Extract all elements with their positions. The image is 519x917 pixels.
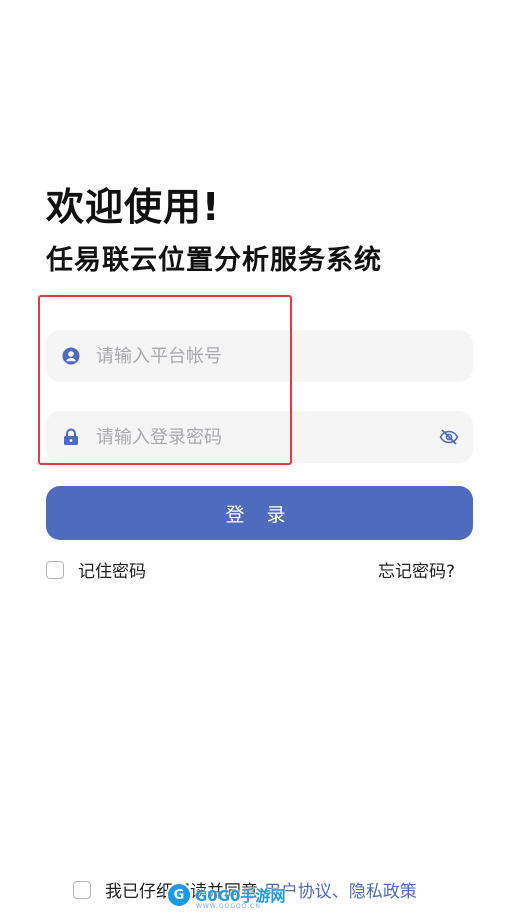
account-field[interactable]: [46, 330, 473, 382]
password-input[interactable]: [94, 425, 418, 449]
agreement-separator: 、: [331, 882, 349, 902]
system-name-title: 任易联云位置分析服务系统: [46, 245, 382, 276]
lock-icon: [62, 428, 80, 446]
remember-label: 记住密码: [78, 562, 146, 582]
password-field[interactable]: [46, 411, 473, 463]
watermark-url: WWW.GOGOO.CN: [196, 903, 261, 910]
watermark-logo-icon: G: [166, 882, 192, 908]
welcome-heading: 欢迎使用!: [46, 185, 221, 229]
login-button[interactable]: 登 录: [46, 486, 473, 540]
watermark: G G0G0手游网 WWW.GOGOO.CN: [166, 882, 286, 910]
user-icon: [62, 347, 80, 365]
remember-checkbox[interactable]: [46, 560, 64, 579]
account-input[interactable]: [94, 344, 418, 368]
eye-off-icon[interactable]: [439, 427, 459, 447]
remember-password-toggle[interactable]: 记住密码: [46, 557, 146, 582]
privacy-policy-link[interactable]: 隐私政策: [349, 877, 417, 902]
forgot-password-link[interactable]: 忘记密码?: [378, 557, 455, 582]
agreement-checkbox[interactable]: [73, 880, 91, 899]
